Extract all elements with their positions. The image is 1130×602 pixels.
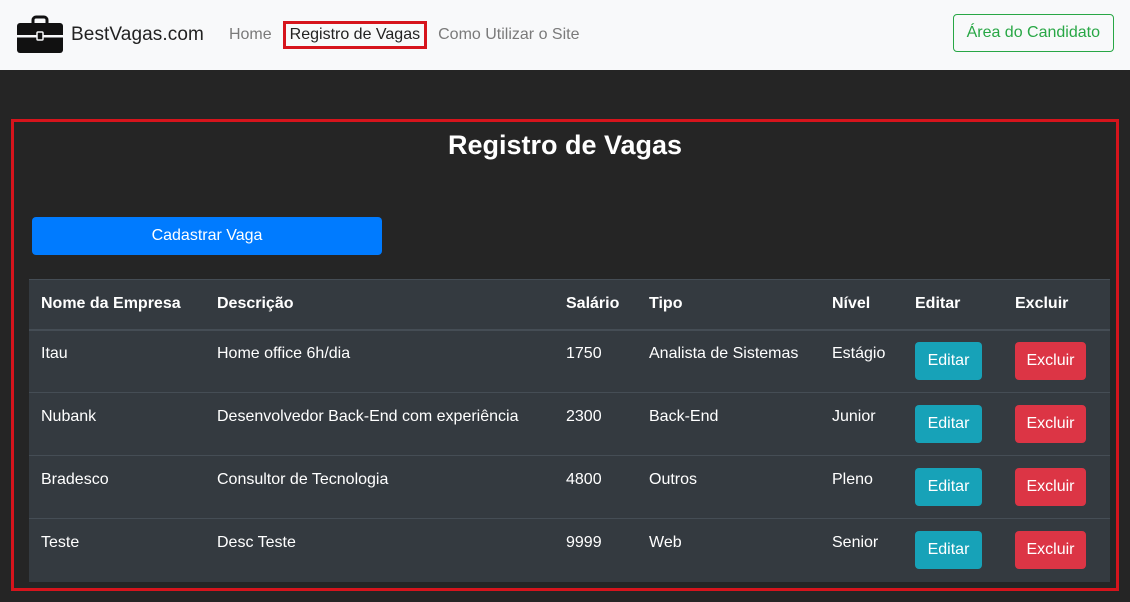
tipo-text: Back-End: [649, 408, 719, 425]
cell-excluir: Excluir: [1003, 519, 1110, 582]
cell-excluir: Excluir: [1003, 329, 1110, 393]
cell-salario: 4800: [554, 455, 637, 519]
header-tipo: Tipo: [637, 279, 820, 331]
vagas-section: Registro de Vagas Cadastrar Vaga Nome da…: [11, 119, 1119, 591]
table-row: Nubank Desenvolvedor Back-End com experi…: [29, 392, 1110, 456]
table-row: Teste Desc Teste 9999 Web Senior Editar …: [29, 519, 1110, 582]
descricao-text: Home office 6h/dia: [217, 345, 351, 363]
nivel-text: Pleno: [832, 471, 873, 488]
cell-descricao: Desc Teste: [205, 519, 554, 582]
candidate-area-button[interactable]: Área do Candidato: [952, 14, 1114, 52]
cell-nivel: Junior: [820, 392, 903, 456]
delete-button[interactable]: Excluir: [1015, 342, 1086, 381]
salario-text: 2300: [566, 408, 602, 425]
empresa-text: Teste: [41, 534, 80, 552]
brand-link[interactable]: BestVagas.com: [16, 15, 204, 55]
cell-nivel: Pleno: [820, 455, 903, 519]
briefcase-icon: [17, 15, 63, 53]
edit-button[interactable]: Editar: [915, 342, 982, 381]
table-row: Itau Home office 6h/dia 1750 Analista de…: [29, 329, 1110, 393]
header-descricao: Descrição: [205, 279, 554, 331]
delete-button[interactable]: Excluir: [1015, 405, 1086, 443]
descricao-text: Consultor de Tecnologia: [217, 471, 389, 488]
nivel-text: Senior: [832, 534, 879, 552]
header-editar: Editar: [903, 279, 1003, 331]
descricao-text: Desenvolvedor Back-End com experiência: [217, 408, 519, 425]
header-nivel: Nível: [820, 279, 903, 331]
tipo-text: Analista de Sistemas: [649, 345, 799, 363]
edit-button[interactable]: Editar: [915, 468, 982, 506]
cell-editar: Editar: [903, 392, 1003, 456]
cell-excluir: Excluir: [1003, 455, 1110, 519]
header-nome-empresa: Nome da Empresa: [29, 279, 205, 331]
cell-empresa: Teste: [29, 519, 205, 582]
cadastrar-vaga-button[interactable]: Cadastrar Vaga: [32, 217, 382, 255]
cell-editar: Editar: [903, 329, 1003, 393]
cell-tipo: Analista de Sistemas: [637, 329, 820, 393]
brand-name: BestVagas.com: [71, 24, 204, 45]
cell-excluir: Excluir: [1003, 392, 1110, 456]
edit-button[interactable]: Editar: [915, 531, 982, 570]
cell-tipo: Outros: [637, 455, 820, 519]
vagas-table: Nome da Empresa Descrição Salário Tipo N…: [29, 279, 1110, 582]
cell-empresa: Nubank: [29, 392, 205, 456]
cell-nivel: Estágio: [820, 329, 903, 393]
edit-button[interactable]: Editar: [915, 405, 982, 443]
header-salario: Salário: [554, 279, 637, 331]
tipo-text: Web: [649, 534, 682, 552]
delete-button[interactable]: Excluir: [1015, 531, 1086, 570]
nivel-text: Junior: [832, 408, 876, 425]
descricao-text: Desc Teste: [217, 534, 296, 552]
table-header-row: Nome da Empresa Descrição Salário Tipo N…: [29, 279, 1110, 331]
cell-salario: 9999: [554, 519, 637, 582]
cell-descricao: Consultor de Tecnologia: [205, 455, 554, 519]
delete-button[interactable]: Excluir: [1015, 468, 1086, 506]
page-title: Registro de Vagas: [447, 130, 683, 160]
header-excluir: Excluir: [1003, 279, 1110, 331]
cell-empresa: Itau: [29, 329, 205, 393]
nav-link-home[interactable]: Home: [222, 21, 279, 49]
nivel-text: Estágio: [832, 345, 886, 363]
nav-link-como-utilizar[interactable]: Como Utilizar o Site: [431, 21, 586, 49]
salario-text: 4800: [566, 471, 602, 488]
navbar: BestVagas.com Home Registro de Vagas Com…: [0, 0, 1130, 70]
tipo-text: Outros: [649, 471, 698, 488]
cell-tipo: Web: [637, 519, 820, 582]
cell-tipo: Back-End: [637, 392, 820, 456]
cell-empresa: Bradesco: [29, 455, 205, 519]
cell-salario: 2300: [554, 392, 637, 456]
cell-editar: Editar: [903, 519, 1003, 582]
salario-text: 1750: [566, 345, 602, 363]
empresa-text: Itau: [41, 345, 68, 363]
empresa-text: Bradesco: [41, 471, 109, 488]
nav-link-registro-de-vagas[interactable]: Registro de Vagas: [282, 21, 428, 49]
cell-descricao: Home office 6h/dia: [205, 329, 554, 393]
empresa-text: Nubank: [41, 408, 97, 425]
cell-descricao: Desenvolvedor Back-End com experiência: [205, 392, 554, 456]
cell-nivel: Senior: [820, 519, 903, 582]
vagas-table-container: Nome da Empresa Descrição Salário Tipo N…: [29, 279, 1110, 582]
nav-links: Home Registro de Vagas Como Utilizar o S…: [222, 21, 587, 49]
cell-salario: 1750: [554, 329, 637, 393]
table-row: Bradesco Consultor de Tecnologia 4800 Ou…: [29, 455, 1110, 519]
salario-text: 9999: [566, 534, 602, 552]
cell-editar: Editar: [903, 455, 1003, 519]
